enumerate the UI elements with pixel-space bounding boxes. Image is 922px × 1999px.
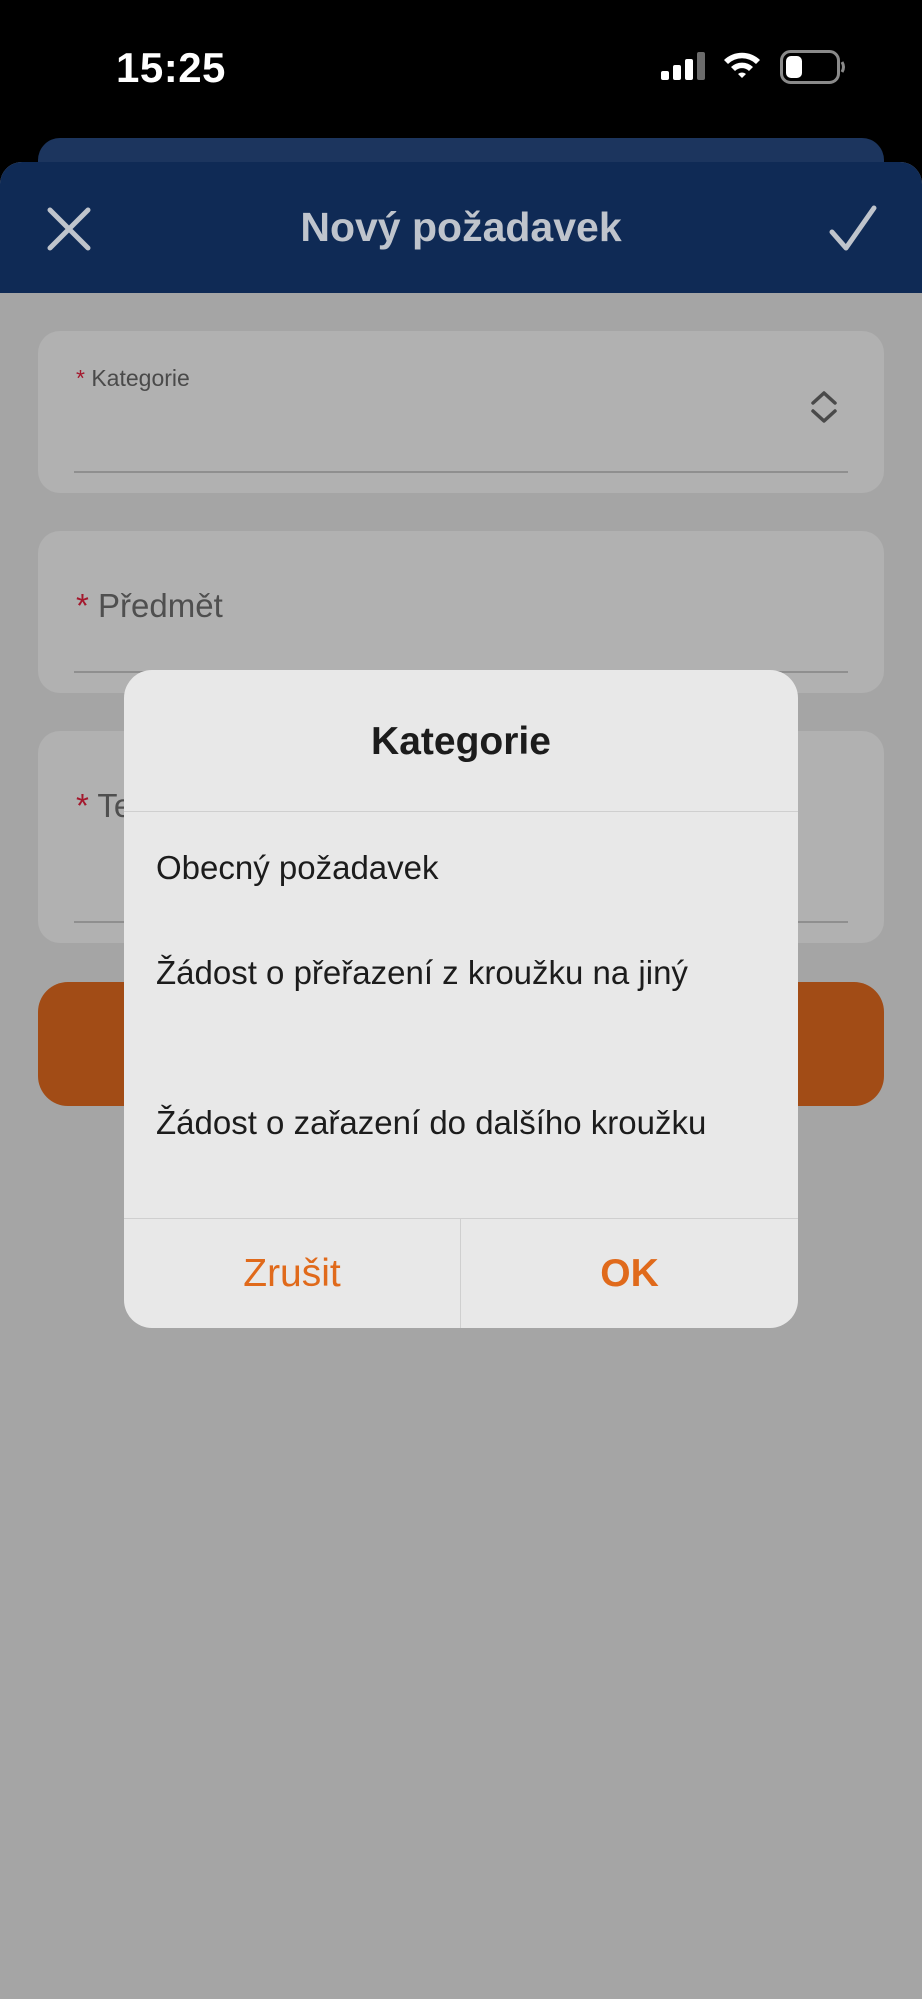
dialog-title: Kategorie [371, 720, 551, 763]
category-select[interactable]: * Kategorie [38, 331, 884, 493]
subject-label: * Předmět [76, 587, 223, 624]
subject-field[interactable]: * Předmět [38, 531, 884, 693]
page-title: Nový požadavek [300, 204, 622, 250]
nav-bar: Nový požadavek [0, 162, 922, 293]
chevron-up-down-icon [811, 391, 837, 423]
required-mark: * [76, 365, 85, 391]
status-time: 15:25 [116, 44, 226, 91]
category-label: * Kategorie [76, 365, 190, 391]
required-mark: * [76, 787, 89, 824]
option-additional-club-request[interactable]: Žádost o zařazení do dalšího kroužku [156, 1100, 716, 1145]
option-transfer-request[interactable]: Žádost o přeřazení z kroužku na jiný [156, 950, 716, 995]
wifi-icon [724, 52, 760, 78]
check-icon[interactable] [826, 202, 880, 256]
cancel-button[interactable]: Zrušit [124, 1219, 460, 1328]
status-bar: 15:25 [0, 0, 922, 140]
divider [124, 811, 798, 812]
screen: 15:25 Nový požadavek * Kategorie * Předm… [0, 0, 922, 1999]
ok-button[interactable]: OK [461, 1219, 798, 1328]
battery-icon [780, 50, 845, 84]
signal-icon [661, 52, 705, 80]
field-underline [74, 471, 848, 473]
option-general-request[interactable]: Obecný požadavek [156, 845, 716, 890]
required-mark: * [76, 587, 89, 624]
category-picker-dialog: Kategorie Obecný požadavek Žádost o přeř… [124, 670, 798, 1328]
